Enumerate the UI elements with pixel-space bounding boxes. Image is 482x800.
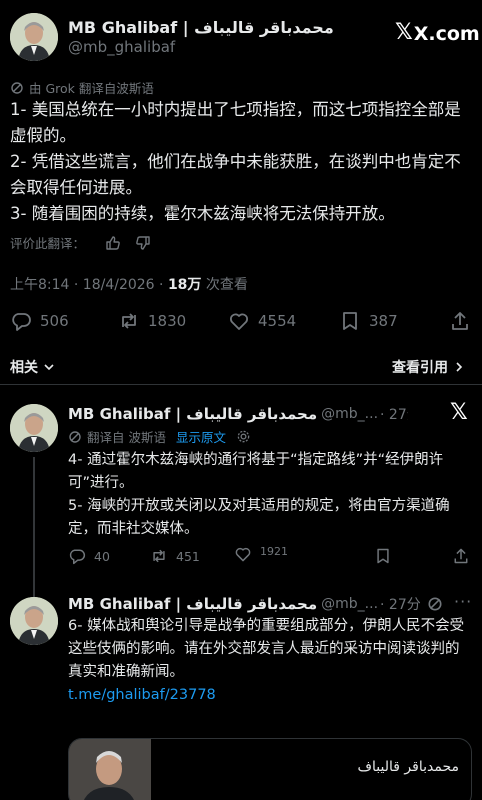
- reply-icon: [69, 549, 86, 565]
- avatar[interactable]: [10, 13, 58, 61]
- reply2-link[interactable]: t.me/ghalibaf/23778: [68, 684, 470, 707]
- reply1-reply-count: 40: [94, 548, 110, 564]
- handle[interactable]: @mb_ghalibaf: [68, 38, 175, 56]
- reply1-paragraph-2: 5- 海峡的开放或关闭以及对其适用的规定，将由官方渠道确定，而非社交媒体。: [68, 498, 450, 537]
- reply1-handle[interactable]: @mb_...: [321, 406, 378, 422]
- bookmark-icon: [343, 312, 357, 330]
- display-name[interactable]: MB Ghalibaf | محمدباقر قالیباف: [68, 18, 334, 37]
- bookmark-icon: [377, 548, 389, 564]
- reply2-header: MB Ghalibaf | محمدباقر قالیباف @mb_... ·…: [68, 594, 420, 614]
- reply1-like-button[interactable]: 1921: [234, 545, 288, 563]
- bookmark-button[interactable]: 387: [339, 310, 398, 332]
- grok-icon: [11, 81, 23, 94]
- reply2-time[interactable]: · 27分钟: [380, 594, 420, 614]
- repost-count: 1830: [148, 312, 187, 330]
- post-paragraph-1: 1- 美国总统在一小时内提出了七项指控，而这七项指控全部是虚假的。: [10, 100, 461, 145]
- reply1-avatar[interactable]: [10, 404, 58, 452]
- thread-line: [33, 457, 35, 597]
- more-options-icon[interactable]: ···: [454, 592, 472, 611]
- reply1-reply-button[interactable]: 40: [68, 547, 110, 565]
- share-icon: [452, 312, 468, 330]
- heart-icon: [235, 547, 251, 562]
- reply1-paragraph-1: 4- 通过霍尔木兹海峡的通行将基于“指定路线”并“经伊朗许可”进行。: [68, 452, 444, 491]
- reply1-bookmark-button[interactable]: [374, 547, 392, 565]
- reply1-display-name[interactable]: MB Ghalibaf | محمدباقر قالیباف: [68, 405, 317, 423]
- chevron-right-icon: [456, 362, 463, 372]
- brand-label: X.com: [413, 22, 480, 45]
- gear-icon[interactable]: [236, 429, 251, 444]
- thumbs-up-icon[interactable]: [105, 235, 121, 251]
- reply2-paragraph: 6- 媒体战和舆论引导是战争的重要组成部分，伊朗人民不会受这些伎俩的影响。请在外…: [68, 618, 465, 680]
- reply1-header: MB Ghalibaf | محمدباقر قالیباف @mb_... ·…: [68, 404, 408, 424]
- rate-translation: 评价此翻译：: [10, 233, 151, 252]
- reply1-translation-note: 翻译自 波斯语 显示原文: [68, 427, 251, 446]
- grok-icon[interactable]: [427, 596, 443, 612]
- link-card-title: محمدباقر قالیباف: [357, 759, 459, 775]
- reply-button[interactable]: 506: [10, 310, 69, 332]
- reply1-translation-text: 翻译自 波斯语: [87, 430, 166, 445]
- reply2-display-name[interactable]: MB Ghalibaf | محمدباقر قالیباف: [68, 595, 317, 613]
- thumbs-down-icon[interactable]: [135, 235, 151, 251]
- views-label: 次查看: [201, 277, 248, 293]
- heart-icon: [230, 313, 248, 330]
- reply1-repost-button[interactable]: 451: [150, 547, 200, 565]
- x-logo[interactable]: 𝕏 X.com: [395, 20, 480, 45]
- like-count: 4554: [258, 312, 297, 330]
- view-quotes-label: 查看引用: [392, 360, 448, 376]
- post-meta: 上午8:14 · 18/4/2026 · 18万 次查看: [10, 274, 248, 294]
- post-timestamp[interactable]: 上午8:14 · 18/4/2026 ·: [10, 277, 168, 293]
- translation-note-text: 由 Grok 翻译自波斯语: [29, 81, 154, 96]
- reply1-like-count: 1921: [260, 544, 288, 558]
- x-icon: 𝕏: [395, 20, 413, 45]
- repost-icon: [122, 313, 136, 329]
- related-label: 相关: [10, 360, 38, 376]
- reply1-share-button[interactable]: [452, 547, 470, 565]
- post-paragraph-3: 3- 随着围困的持续，霍尔木兹海峡将无法保持开放。: [10, 204, 395, 223]
- link-card-image: [69, 739, 151, 800]
- reply-icon: [12, 313, 31, 331]
- views-count: 18万: [167, 277, 202, 293]
- reply1-time[interactable]: · 27分钟: [380, 404, 408, 424]
- x-icon[interactable]: 𝕏: [450, 400, 468, 425]
- related-dropdown[interactable]: 相关: [10, 357, 56, 377]
- reply2-handle[interactable]: @mb_...: [321, 596, 378, 612]
- post-paragraph-2: 2- 凭借这些谎言，他们在战争中未能获胜，在谈判中也肯定不会取得任何进展。: [10, 152, 461, 197]
- view-quotes-link[interactable]: 查看引用: [392, 357, 466, 377]
- chevron-down-icon: [44, 364, 54, 371]
- bookmark-count: 387: [369, 312, 398, 330]
- show-original-link[interactable]: 显示原文: [176, 427, 226, 446]
- link-card[interactable]: محمدباقر قالیباف: [68, 738, 472, 800]
- translation-note: 由 Grok 翻译自波斯语: [10, 78, 154, 97]
- reply1-body: 4- 通过霍尔木兹海峡的通行将基于“指定路线”并“经伊朗许可”进行。 5- 海峡…: [68, 449, 468, 541]
- reply1-repost-count: 451: [176, 548, 200, 564]
- share-icon: [454, 548, 468, 564]
- rate-label: 评价此翻译：: [10, 236, 86, 251]
- reply2-body: 6- 媒体战和舆论引导是战争的重要组成部分，伊朗人民不会受这些伎俩的影响。请在外…: [68, 615, 470, 707]
- repost-icon: [153, 549, 165, 563]
- like-button[interactable]: 4554: [228, 310, 296, 332]
- reply-count: 506: [40, 312, 69, 330]
- post-body: 1- 美国总统在一小时内提出了七项指控，而这七项指控全部是虚假的。 2- 凭借这…: [10, 97, 472, 227]
- section-divider: [0, 384, 482, 385]
- repost-button[interactable]: 1830: [118, 310, 186, 332]
- grok-icon: [69, 430, 81, 443]
- share-button[interactable]: [449, 310, 471, 332]
- reply2-avatar[interactable]: [10, 597, 58, 645]
